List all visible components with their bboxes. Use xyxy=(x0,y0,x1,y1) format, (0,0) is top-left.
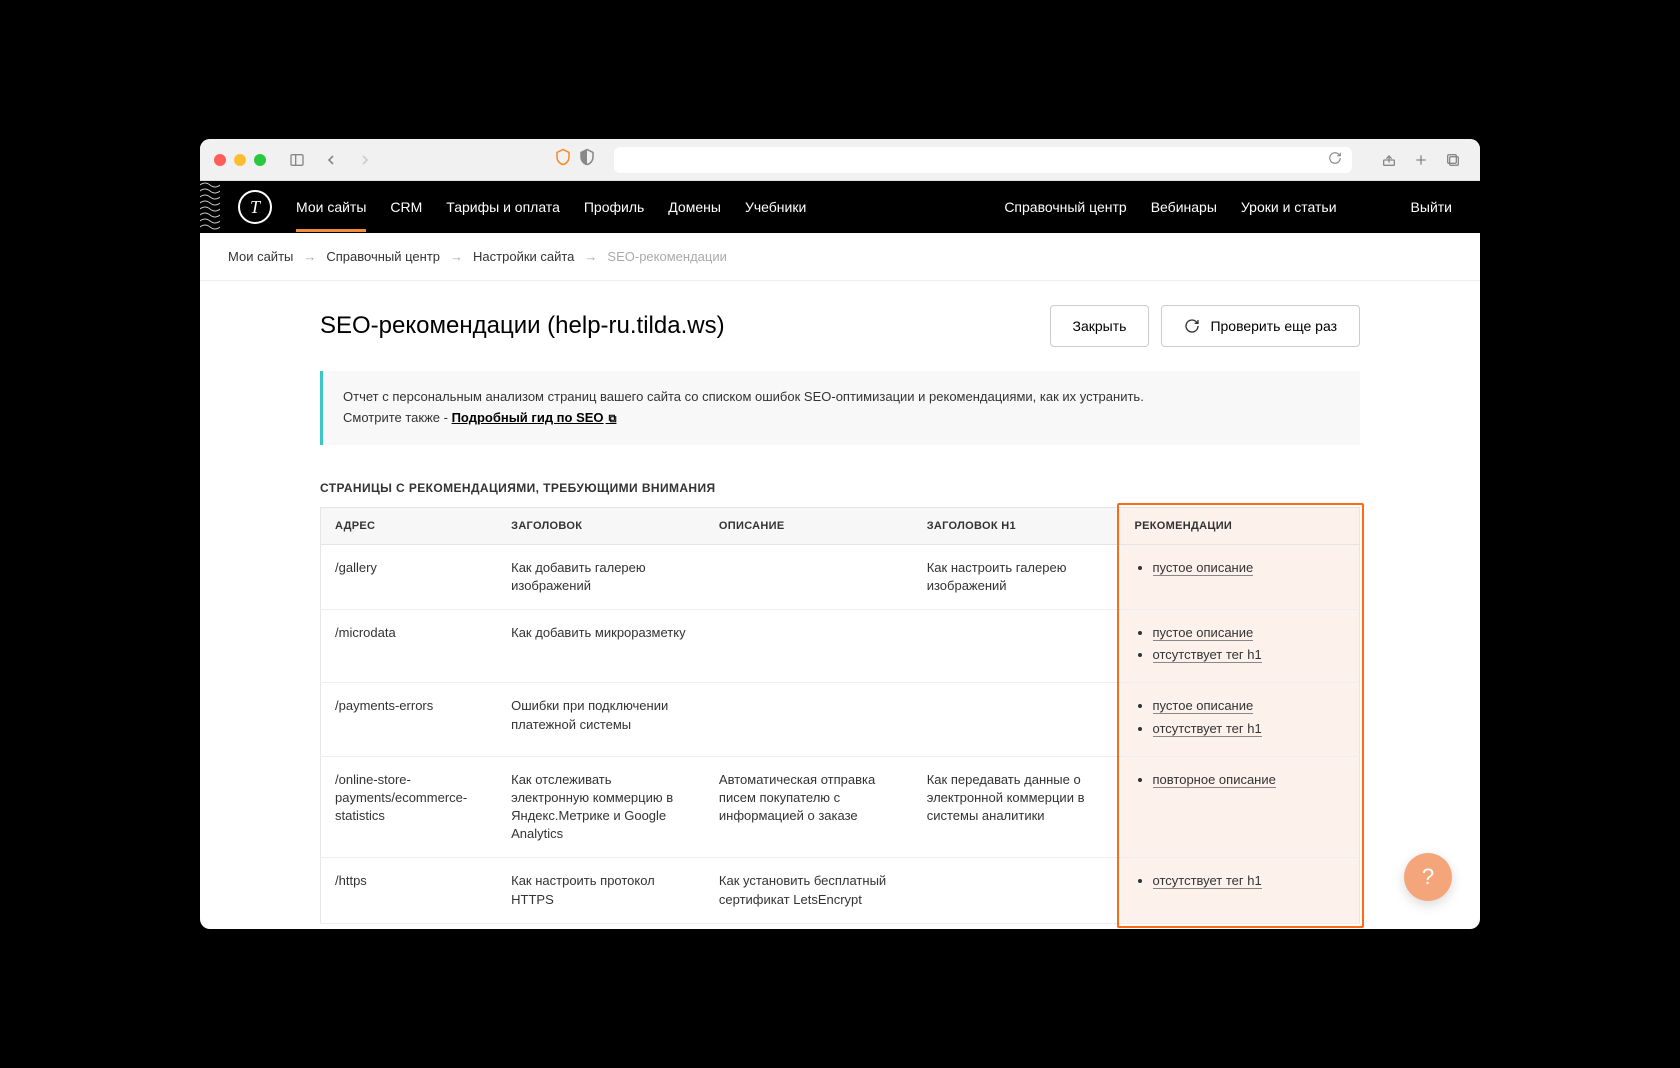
info-panel: Отчет с персональным анализом страниц ва… xyxy=(320,371,1360,445)
cell-recommendations: повторное описание xyxy=(1121,756,1360,858)
recommendation-item: пустое описание xyxy=(1153,559,1345,577)
decorative-waves xyxy=(200,181,220,233)
nav-lessons[interactable]: Уроки и статьи xyxy=(1241,199,1337,215)
breadcrumb-current: SEO-рекомендации xyxy=(607,249,726,264)
cell-title: Как добавить микроразметку xyxy=(497,609,705,682)
cell-recommendations: пустое описание xyxy=(1121,544,1360,609)
table-row[interactable]: /httpsКак настроить протокол HTTPSКак ус… xyxy=(321,858,1360,923)
tilda-logo[interactable]: T xyxy=(238,190,272,224)
recommendation-link[interactable]: пустое описание xyxy=(1153,560,1254,576)
nav-logout[interactable]: Выйти xyxy=(1411,199,1452,215)
breadcrumb: Мои сайты → Справочный центр → Настройки… xyxy=(200,233,1480,281)
recommendation-item: повторное описание xyxy=(1153,771,1345,789)
refresh-icon xyxy=(1184,318,1200,334)
main-nav: T Мои сайты CRM Тарифы и оплата Профиль … xyxy=(200,181,1480,233)
section-title: СТРАНИЦЫ С РЕКОМЕНДАЦИЯМИ, ТРЕБУЮЩИМИ ВН… xyxy=(320,481,1360,495)
nav-webinars[interactable]: Вебинары xyxy=(1151,199,1217,215)
nav-help-center[interactable]: Справочный центр xyxy=(1004,199,1126,215)
recommendation-item: отсутствует тег h1 xyxy=(1153,872,1345,890)
cell-h1: Как настроить галерею изображений xyxy=(913,544,1121,609)
table-row[interactable]: /payments-errorsОшибки при подключении п… xyxy=(321,683,1360,756)
recommendation-item: пустое описание xyxy=(1153,697,1345,715)
nav-tariffs[interactable]: Тарифы и оплата xyxy=(446,199,560,215)
recommendation-item: отсутствует тег h1 xyxy=(1153,720,1345,738)
back-button[interactable] xyxy=(318,147,344,173)
nav-crm[interactable]: CRM xyxy=(390,199,422,215)
cell-description xyxy=(705,609,913,682)
recommendation-link[interactable]: пустое описание xyxy=(1153,698,1254,714)
cell-recommendations: отсутствует тег h1 xyxy=(1121,858,1360,923)
table-row[interactable]: /online-store-payments/ecommerce-statist… xyxy=(321,756,1360,858)
nav-domains[interactable]: Домены xyxy=(668,199,721,215)
seo-recommendations-table: АДРЕС ЗАГОЛОВОК ОПИСАНИЕ ЗАГОЛОВОК H1 РЕ… xyxy=(320,507,1360,924)
close-window-button[interactable] xyxy=(214,154,226,166)
cell-h1 xyxy=(913,858,1121,923)
breadcrumb-item[interactable]: Мои сайты xyxy=(228,249,293,264)
help-fab-button[interactable]: ? xyxy=(1404,853,1452,901)
cell-h1 xyxy=(913,683,1121,756)
th-address: АДРЕС xyxy=(321,507,498,544)
reload-icon[interactable] xyxy=(1328,151,1342,168)
breadcrumb-item[interactable]: Настройки сайта xyxy=(473,249,574,264)
cell-address: /https xyxy=(321,858,498,923)
th-h1: ЗАГОЛОВОК H1 xyxy=(913,507,1121,544)
close-button-label: Закрыть xyxy=(1073,318,1127,334)
cell-address: /gallery xyxy=(321,544,498,609)
cell-description xyxy=(705,544,913,609)
th-title: ЗАГОЛОВОК xyxy=(497,507,705,544)
nav-my-sites[interactable]: Мои сайты xyxy=(296,199,366,215)
cell-title: Как отслеживать электронную коммерцию в … xyxy=(497,756,705,858)
recommendation-item: отсутствует тег h1 xyxy=(1153,646,1345,664)
recommendation-link[interactable]: отсутствует тег h1 xyxy=(1153,647,1262,663)
cell-recommendations: пустое описание отсутствует тег h1 xyxy=(1121,609,1360,682)
privacy-shield-icon[interactable] xyxy=(578,148,596,171)
breadcrumb-item[interactable]: Справочный центр xyxy=(326,249,440,264)
cell-title: Ошибки при подключении платежной системы xyxy=(497,683,705,756)
breadcrumb-separator: → xyxy=(584,249,597,264)
cell-description: Как установить бесплатный сертификат Let… xyxy=(705,858,913,923)
breadcrumb-separator: → xyxy=(303,249,316,264)
browser-toolbar xyxy=(200,139,1480,181)
maximize-window-button[interactable] xyxy=(254,154,266,166)
recommendation-link[interactable]: отсутствует тег h1 xyxy=(1153,721,1262,737)
new-tab-icon[interactable] xyxy=(1408,147,1434,173)
minimize-window-button[interactable] xyxy=(234,154,246,166)
cell-address: /payments-errors xyxy=(321,683,498,756)
sidebar-toggle-icon[interactable] xyxy=(284,147,310,173)
nav-tutorials[interactable]: Учебники xyxy=(745,199,806,215)
cell-description xyxy=(705,683,913,756)
cell-recommendations: пустое описание отсутствует тег h1 xyxy=(1121,683,1360,756)
info-text-line1: Отчет с персональным анализом страниц ва… xyxy=(343,387,1340,408)
nav-profile[interactable]: Профиль xyxy=(584,199,644,215)
tabs-overview-icon[interactable] xyxy=(1440,147,1466,173)
cell-description: Автоматическая отправка писем покупателю… xyxy=(705,756,913,858)
external-link-icon: ⧉ xyxy=(606,413,617,425)
table-row[interactable]: /microdataКак добавить микроразметку пуст… xyxy=(321,609,1360,682)
th-description: ОПИСАНИЕ xyxy=(705,507,913,544)
recommendation-item: пустое описание xyxy=(1153,624,1345,642)
recheck-button[interactable]: Проверить еще раз xyxy=(1161,305,1360,347)
recommendation-link[interactable]: отсутствует тег h1 xyxy=(1153,873,1262,889)
forward-button[interactable] xyxy=(352,147,378,173)
cell-title: Как добавить галерею изображений xyxy=(497,544,705,609)
info-text-line2-prefix: Смотрите также - xyxy=(343,410,452,425)
share-icon[interactable] xyxy=(1376,147,1402,173)
recheck-button-label: Проверить еще раз xyxy=(1210,318,1337,334)
cell-h1: Как передавать данные о электронной комм… xyxy=(913,756,1121,858)
cell-address: /microdata xyxy=(321,609,498,682)
recommendation-link[interactable]: пустое описание xyxy=(1153,625,1254,641)
table-row[interactable]: /galleryКак добавить галерею изображений… xyxy=(321,544,1360,609)
address-bar[interactable] xyxy=(614,147,1352,173)
cell-h1 xyxy=(913,609,1121,682)
seo-guide-link[interactable]: Подробный гид по SEO ⧉ xyxy=(452,410,617,425)
recommendation-link[interactable]: повторное описание xyxy=(1153,772,1276,788)
th-recommendations: РЕКОМЕНДАЦИИ xyxy=(1121,507,1360,544)
cell-address: /online-store-payments/ecommerce-statist… xyxy=(321,756,498,858)
close-button[interactable]: Закрыть xyxy=(1050,305,1150,347)
page-title: SEO-рекомендации (help-ru.tilda.ws) xyxy=(320,312,1038,340)
cell-title: Как настроить протокол HTTPS xyxy=(497,858,705,923)
window-controls xyxy=(214,154,266,166)
breadcrumb-separator: → xyxy=(450,249,463,264)
adblock-shield-icon[interactable] xyxy=(554,148,572,171)
